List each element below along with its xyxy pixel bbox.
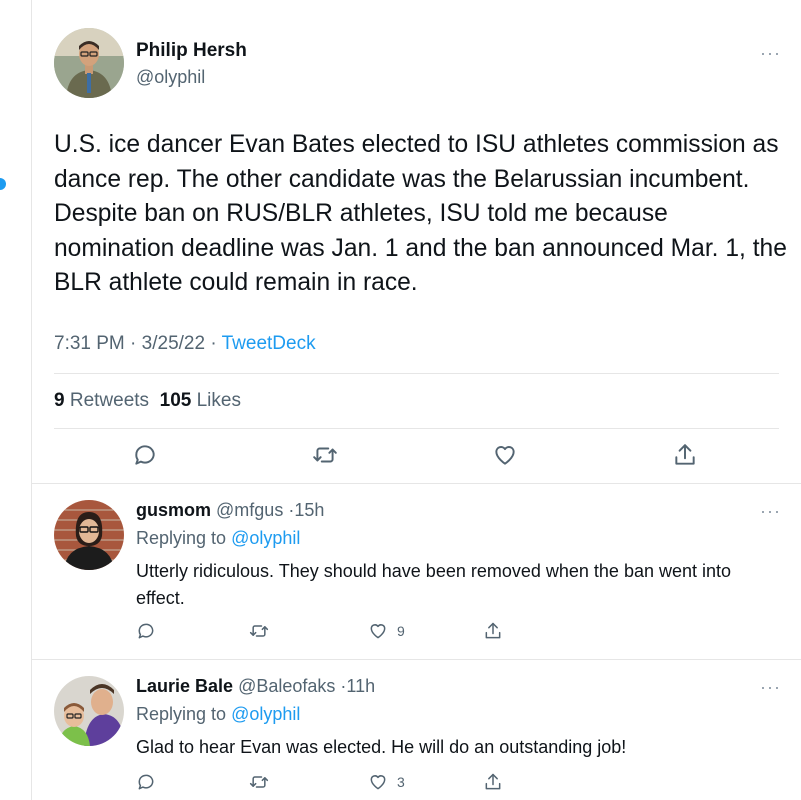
tweet-source-link[interactable]: TweetDeck <box>222 333 316 354</box>
more-options-icon[interactable]: ··· <box>760 44 781 62</box>
divider <box>54 428 779 429</box>
tweet-meta: 7:31 PM · 3/25/22 · TweetDeck <box>54 333 316 355</box>
reply-author-name[interactable]: Laurie Bale <box>136 676 233 696</box>
replying-to: Replying to @olyphil <box>136 528 300 549</box>
reply-age[interactable]: 15h <box>294 500 324 520</box>
reply-icon[interactable] <box>136 620 156 642</box>
notification-dot <box>0 178 6 190</box>
like-icon <box>370 775 386 790</box>
author-name[interactable]: Philip Hersh <box>136 40 247 62</box>
more-options-icon[interactable]: ··· <box>760 502 781 520</box>
reply-item[interactable]: gusmom @mfgus ·15h ··· Replying to @olyp… <box>32 484 801 659</box>
share-icon[interactable] <box>672 442 698 468</box>
replying-to: Replying to @olyphil <box>136 704 300 725</box>
tweet-date[interactable]: 3/25/22 <box>142 333 205 354</box>
retweets-label: Retweets <box>69 390 150 411</box>
retweet-icon[interactable] <box>249 620 269 642</box>
retweets-stat[interactable]: 9 Retweets <box>54 390 149 411</box>
author-handle[interactable]: @olyphil <box>136 67 205 88</box>
like-button[interactable]: 3 <box>368 771 405 793</box>
reply-avatar[interactable] <box>54 500 124 570</box>
reply-icon[interactable] <box>136 771 156 793</box>
reply-icon[interactable] <box>132 442 158 468</box>
like-count: 3 <box>397 774 405 790</box>
tweet-stats: 9 Retweets 105 Likes <box>54 390 241 412</box>
reply-avatar[interactable] <box>54 676 124 746</box>
share-icon[interactable] <box>483 771 503 793</box>
like-count: 9 <box>397 623 405 639</box>
tweet-time[interactable]: 7:31 PM <box>54 333 125 354</box>
author-avatar[interactable] <box>54 28 124 98</box>
meta-separator: · <box>130 333 137 354</box>
reply-author-name[interactable]: gusmom <box>136 500 211 520</box>
main-tweet: Philip Hersh @olyphil ··· U.S. ice dance… <box>32 0 801 483</box>
like-button[interactable]: 9 <box>368 620 405 642</box>
retweets-count: 9 <box>54 390 65 411</box>
tweet-text: U.S. ice dancer Evan Bates elected to IS… <box>54 131 787 296</box>
replying-to-prefix: Replying to <box>136 528 227 548</box>
share-icon[interactable] <box>483 620 503 642</box>
like-icon <box>370 624 386 639</box>
reply-header: Laurie Bale @Baleofaks ·11h <box>136 676 375 697</box>
reply-text: Utterly ridiculous. They should have bee… <box>136 561 732 608</box>
replying-to-link[interactable]: @olyphil <box>231 704 300 724</box>
left-rail <box>0 0 32 800</box>
retweet-icon[interactable] <box>249 771 269 793</box>
likes-label: Likes <box>196 390 241 411</box>
reply-item[interactable]: Laurie Bale @Baleofaks ·11h ··· Replying… <box>32 660 801 800</box>
replying-to-link[interactable]: @olyphil <box>231 528 300 548</box>
reply-header: gusmom @mfgus ·15h <box>136 500 324 521</box>
replying-to-prefix: Replying to <box>136 704 227 724</box>
tweet-thread: Philip Hersh @olyphil ··· U.S. ice dance… <box>32 0 801 800</box>
likes-count: 105 <box>159 390 192 411</box>
reply-text: Glad to hear Evan was elected. He will d… <box>136 737 627 757</box>
reply-age[interactable]: 11h <box>346 676 375 696</box>
meta-separator: · <box>210 333 217 354</box>
like-icon[interactable] <box>492 442 518 468</box>
reply-author-handle[interactable]: @mfgus <box>216 500 283 520</box>
retweet-icon[interactable] <box>312 442 338 468</box>
likes-stat[interactable]: 105 Likes <box>160 390 241 411</box>
divider <box>54 373 779 374</box>
reply-author-handle[interactable]: @Baleofaks <box>238 676 335 696</box>
more-options-icon[interactable]: ··· <box>760 678 781 696</box>
